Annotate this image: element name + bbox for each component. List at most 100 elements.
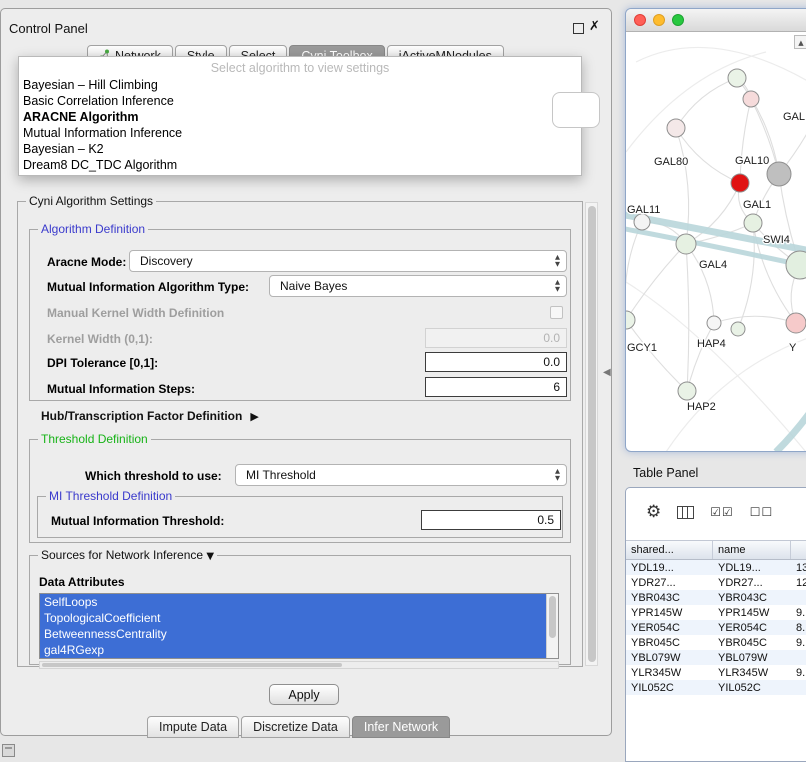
panel-corner-icon[interactable] <box>2 744 15 757</box>
network-node[interactable] <box>786 313 806 333</box>
dropdown-item[interactable]: Bayesian – Hill Climbing <box>19 77 581 93</box>
network-node[interactable] <box>634 214 650 230</box>
columns-icon[interactable] <box>677 506 694 519</box>
table-row[interactable]: YBR045CYBR045C9. <box>626 635 806 650</box>
table-row[interactable]: YBL079WYBL079W <box>626 650 806 665</box>
network-window-titlebar[interactable] <box>626 9 806 32</box>
network-edge-highlighted[interactable] <box>776 372 806 452</box>
network-node[interactable] <box>786 251 806 279</box>
network-node[interactable] <box>707 316 721 330</box>
dropdown-item[interactable]: Dream8 DC_TDC Algorithm <box>19 157 581 173</box>
table-body: YDL19...YDL19...13YDR27...YDR27...12YBR0… <box>626 560 806 695</box>
sources-group-title[interactable]: Sources for Network Inference ▼ <box>38 548 217 562</box>
network-node[interactable] <box>678 382 696 400</box>
table-cell: YIL052C <box>713 682 791 694</box>
network-edge[interactable] <box>686 244 689 391</box>
network-node[interactable] <box>626 311 635 329</box>
background-arc[interactable] <box>626 282 806 452</box>
gear-icon[interactable]: ⚙ <box>646 502 661 522</box>
network-node[interactable] <box>744 214 762 232</box>
network-node[interactable] <box>676 234 696 254</box>
float-window-icon[interactable] <box>573 23 584 34</box>
close-traffic-light-icon[interactable] <box>634 14 646 26</box>
column-header[interactable] <box>791 541 806 559</box>
tab-label: Infer Network <box>364 720 438 734</box>
splitpane-collapse-icon[interactable]: ◀ <box>603 367 611 378</box>
node-label: GAL10 <box>735 155 769 167</box>
network-edge[interactable] <box>626 244 686 320</box>
attribute-list-item[interactable]: SelfLoops <box>40 594 546 610</box>
table-cell: 13 <box>791 562 806 574</box>
aracne-mode-combobox[interactable]: Discovery ▲▼ <box>129 250 567 272</box>
settings-scrollbar[interactable] <box>585 202 598 666</box>
table-cell: YDL19... <box>626 562 713 574</box>
mi-threshold-field[interactable]: 0.5 <box>421 510 561 530</box>
mi-steps-field[interactable]: 6 <box>425 377 567 397</box>
table-cell: 8. <box>791 622 806 634</box>
network-node[interactable] <box>767 162 791 186</box>
table-row[interactable]: YBR043CYBR043C <box>626 590 806 605</box>
mi-steps-label: Mutual Information Steps: <box>47 382 195 396</box>
node-label: GAL1 <box>743 199 771 211</box>
mi-type-combobox[interactable]: Naive Bayes ▲▼ <box>269 275 567 297</box>
network-edge[interactable] <box>687 323 714 391</box>
zoom-traffic-light-icon[interactable] <box>672 14 684 26</box>
network-edge[interactable] <box>740 99 751 183</box>
select-all-icon[interactable]: ☑☑ <box>710 505 734 519</box>
data-attributes-list[interactable]: SelfLoopsTopologicalCoefficientBetweenne… <box>39 593 559 659</box>
hub-definition-label: Hub/Transcription Factor Definition <box>41 409 242 423</box>
table-row[interactable]: YLR345WYLR345W9. <box>626 665 806 680</box>
network-node[interactable] <box>731 322 745 336</box>
mi-threshold-label: Mutual Information Threshold: <box>51 514 224 528</box>
dropdown-item[interactable]: Bayesian – K2 <box>19 141 581 157</box>
manual-kernel-checkbox <box>550 306 563 319</box>
network-edge[interactable] <box>714 316 796 323</box>
network-node[interactable] <box>667 119 685 137</box>
which-threshold-label: Which threshold to use: <box>85 469 222 483</box>
close-icon[interactable]: ✗ <box>589 19 600 34</box>
network-view-window: GALGAL80GAL10GAL11GAL1SWI4GAL4GCY1HAP4YH… <box>625 8 806 452</box>
scroll-up-arrow-icon[interactable]: ▲ <box>794 35 806 49</box>
tab-discretize-data[interactable]: Discretize Data <box>241 716 350 738</box>
combo-stepper-icon: ▲▼ <box>555 254 560 268</box>
clear-selection-icon[interactable]: ☐☐ <box>750 505 774 519</box>
table-row[interactable]: YER054CYER054C8. <box>626 620 806 635</box>
network-edge[interactable] <box>626 320 687 391</box>
tab-infer-network[interactable]: Infer Network <box>352 716 450 738</box>
table-cell: YDR27... <box>626 577 713 589</box>
attribute-list-item[interactable]: TopologicalCoefficient <box>40 610 546 626</box>
network-node[interactable] <box>728 69 746 87</box>
table-row[interactable]: YDR27...YDR27...12 <box>626 575 806 590</box>
dropdown-item[interactable]: Mutual Information Inference <box>19 125 581 141</box>
table-cell: YBL079W <box>713 652 791 664</box>
which-threshold-combobox[interactable]: MI Threshold ▲▼ <box>235 464 567 486</box>
dpi-tolerance-field[interactable]: 0.0 <box>425 352 567 372</box>
network-node[interactable] <box>731 174 749 192</box>
attribute-list-item[interactable]: gal4RGexp <box>40 642 546 658</box>
attribute-list-scrollbar[interactable] <box>546 594 558 658</box>
apply-button[interactable]: Apply <box>269 684 339 705</box>
column-header[interactable]: name <box>713 541 791 559</box>
table-row[interactable]: YDL19...YDL19...13 <box>626 560 806 575</box>
tab-impute-data[interactable]: Impute Data <box>147 716 239 738</box>
attribute-list-item[interactable]: BetweennessCentrality <box>40 626 546 642</box>
table-row[interactable]: YIL052CYIL052C <box>626 680 806 695</box>
combo-stepper-icon: ▲▼ <box>555 279 560 293</box>
table-cell: YPR145W <box>626 607 713 619</box>
network-edge[interactable] <box>686 244 714 323</box>
dropdown-item[interactable]: ARACNE Algorithm <box>19 109 581 125</box>
network-node[interactable] <box>743 91 759 107</box>
network-edge[interactable] <box>626 222 642 320</box>
column-header[interactable]: shared... <box>626 541 713 559</box>
minimize-traffic-light-icon[interactable] <box>653 14 665 26</box>
algorithm-definition-title: Algorithm Definition <box>38 222 148 236</box>
network-graph: GALGAL80GAL10GAL11GAL1SWI4GAL4GCY1HAP4YH… <box>626 32 806 452</box>
hub-definition-toggle[interactable]: Hub/Transcription Factor Definition▶ <box>41 409 259 423</box>
kernel-width-field: 0.0 <box>425 328 567 348</box>
table-row[interactable]: YPR145WYPR145W9. <box>626 605 806 620</box>
combo-stepper-icon: ▲▼ <box>555 468 560 482</box>
network-edge[interactable] <box>676 78 737 128</box>
attribute-list-hscrollbar[interactable] <box>39 661 559 669</box>
table-cell: YBR045C <box>713 637 791 649</box>
dropdown-item[interactable]: Basic Correlation Inference <box>19 93 581 109</box>
